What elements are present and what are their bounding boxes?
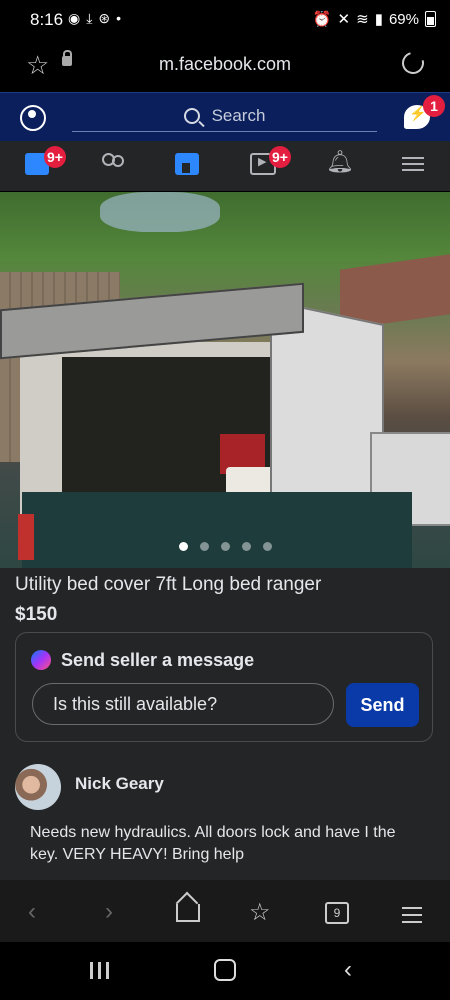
- notifications-bell-icon[interactable]: 🔔︎: [326, 149, 354, 174]
- photo-dot[interactable]: [220, 542, 230, 551]
- battery-percent: 69%: [388, 10, 419, 28]
- signal-icon: ▮: [374, 11, 383, 28]
- forward-icon[interactable]: ›: [105, 898, 113, 926]
- news-feed-badge: 9+: [44, 146, 66, 168]
- photo-dot[interactable]: [241, 542, 251, 551]
- seller-name[interactable]: Nick Geary: [75, 774, 164, 794]
- listing-price: $150: [15, 604, 58, 625]
- battery-icon: [425, 11, 436, 27]
- seller-avatar[interactable]: [15, 764, 61, 810]
- messenger-badge: 1: [423, 95, 445, 117]
- friends-icon[interactable]: [100, 153, 124, 175]
- profile-icon[interactable]: [20, 105, 46, 131]
- message-seller-box: Send seller a message Is this still avai…: [15, 632, 433, 742]
- photo-dot[interactable]: [199, 542, 209, 551]
- dot-icon: •: [116, 10, 122, 26]
- browser-menu-icon[interactable]: [402, 902, 422, 928]
- browser-toolbar: ‹ › ☆ 9: [0, 880, 450, 942]
- home-button-icon[interactable]: [214, 959, 236, 981]
- photo-page-indicator: [0, 542, 450, 551]
- send-button[interactable]: Send: [346, 683, 419, 727]
- watch-badge: 9+: [269, 146, 291, 168]
- listing-description: Needs new hydraulics. All doors lock and…: [30, 824, 396, 863]
- bookmarks-icon[interactable]: ☆: [249, 898, 271, 927]
- download-icon: ⤓: [86, 10, 93, 26]
- wifi-icon: ≋: [356, 11, 369, 28]
- photo-dot[interactable]: [178, 542, 188, 551]
- listing-photo[interactable]: [0, 192, 450, 568]
- notification-icons: ◉ ⤓ ⊛ •: [68, 10, 121, 27]
- system-navigation-bar: ‹: [0, 942, 450, 1000]
- vpn-icon: ⊛: [98, 10, 111, 26]
- recent-apps-icon[interactable]: [90, 962, 114, 979]
- message-input[interactable]: Is this still available?: [32, 683, 334, 725]
- home-icon[interactable]: [176, 904, 200, 922]
- messenger-icon: ◉: [68, 10, 81, 26]
- mute-icon: ✕: [337, 11, 351, 28]
- facebook-header: Search 1: [0, 92, 450, 141]
- facebook-tab-bar: 9+ 9+ 🔔︎: [0, 141, 450, 191]
- clock: 8:16: [30, 10, 64, 29]
- alarm-icon: ⏰: [312, 11, 332, 28]
- search-bar[interactable]: Search: [72, 101, 377, 132]
- photo-dot[interactable]: [262, 542, 272, 551]
- search-placeholder: Search: [211, 106, 266, 125]
- marketplace-icon[interactable]: [175, 153, 199, 175]
- back-icon[interactable]: ‹: [28, 898, 36, 926]
- status-bar: 8:16 ◉ ⤓ ⊛ • ⏰ ✕ ≋ ▮ 69%: [0, 0, 450, 40]
- tabs-icon[interactable]: 9: [325, 902, 349, 924]
- system-icons: ⏰ ✕ ≋ ▮ 69%: [313, 10, 436, 28]
- listing-details: Utility bed cover 7ft Long bed ranger $1…: [0, 568, 450, 880]
- messenger-logo-icon: [31, 650, 51, 670]
- back-button-icon[interactable]: ‹: [344, 956, 352, 984]
- browser-address-bar: ☆ m.facebook.com: [0, 40, 450, 92]
- menu-icon[interactable]: [402, 153, 426, 175]
- search-icon: [183, 108, 200, 124]
- listing-title: Utility bed cover 7ft Long bed ranger: [15, 574, 322, 595]
- message-box-title: Send seller a message: [61, 650, 255, 670]
- url-field[interactable]: m.facebook.com: [0, 54, 450, 75]
